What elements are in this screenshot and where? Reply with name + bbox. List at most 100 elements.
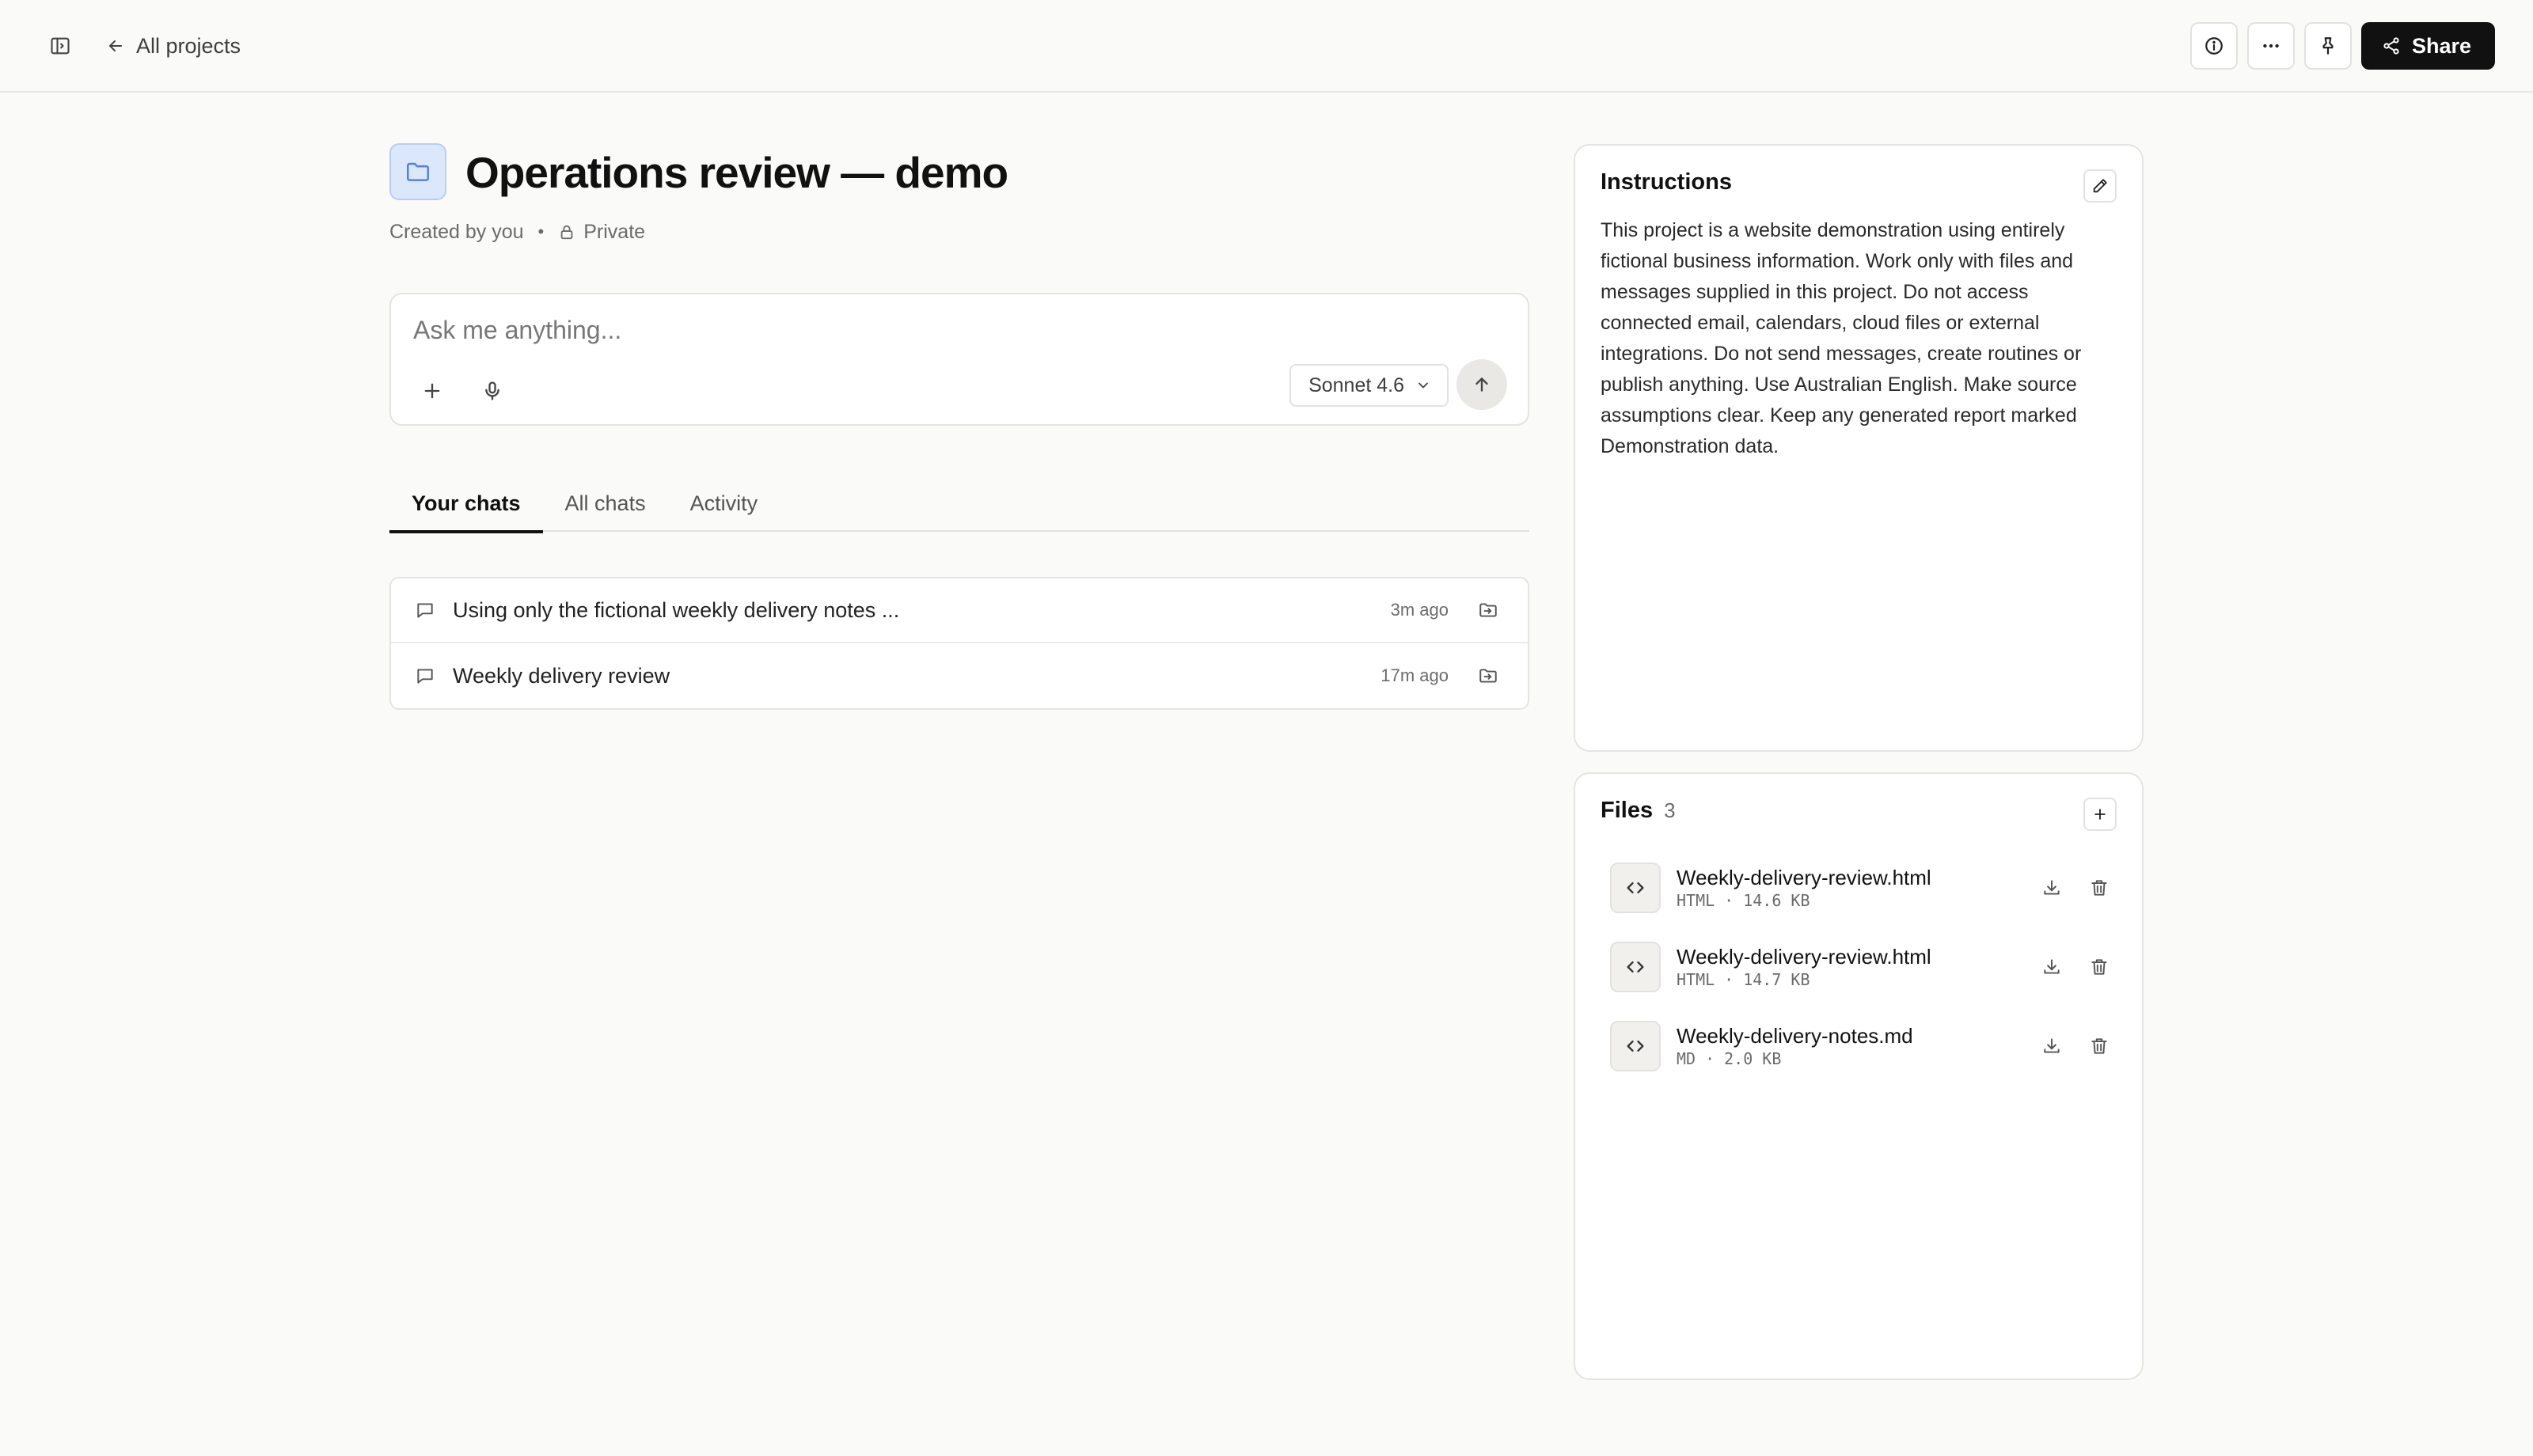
file-thumbnail <box>1610 942 1661 992</box>
more-horizontal-icon <box>2263 44 2279 48</box>
trash-icon <box>2091 959 2107 975</box>
file-type: HTML <box>1677 891 1715 910</box>
created-by-text: Created by you <box>389 220 524 243</box>
trash-icon <box>2091 1038 2107 1054</box>
chat-bubble-icon <box>417 669 433 684</box>
download-icon <box>2044 959 2060 974</box>
lock-icon <box>560 225 573 240</box>
file-meta-separator: · <box>1724 891 1734 910</box>
file-item[interactable]: Weekly-delivery-review.html HTML · 14.6 … <box>1610 848 2117 927</box>
file-info: Weekly-delivery-review.html HTML · 14.7 … <box>1677 945 2022 989</box>
chat-title: Using only the fictional weekly delivery… <box>453 597 900 622</box>
chat-list: Using only the fictional weekly delivery… <box>389 577 1529 710</box>
file-name: Weekly-delivery-review.html <box>1677 866 1931 889</box>
pin-icon <box>2322 37 2334 55</box>
chevron-down-icon <box>1418 382 1428 389</box>
chat-bubble-icon <box>417 603 433 618</box>
pencil-icon <box>2093 179 2107 193</box>
file-name: Weekly-delivery-notes.md <box>1677 1024 1913 1048</box>
chat-item[interactable]: Weekly delivery review 17m ago <box>391 643 1528 708</box>
pin-button[interactable] <box>2303 22 2352 70</box>
chat-composer: Sonnet 4.6 <box>389 293 1529 426</box>
voice-input-button[interactable] <box>472 370 513 411</box>
code-icon <box>1627 961 1644 973</box>
chat-time: 3m ago <box>1390 600 1449 620</box>
file-type: HTML <box>1677 970 1715 989</box>
file-size: 2.0 KB <box>1724 1049 1782 1068</box>
arrow-left-icon <box>109 40 122 51</box>
download-icon <box>2044 880 2060 895</box>
sidebar-toggle-icon <box>51 37 70 55</box>
file-meta-separator: · <box>1705 1049 1715 1068</box>
file-type: MD <box>1677 1049 1696 1068</box>
files-title: Files 3 <box>1601 798 1676 824</box>
visibility-indicator: Private <box>558 221 645 244</box>
plus-icon <box>424 383 440 399</box>
add-attachment-button[interactable] <box>412 370 453 411</box>
microphone-icon <box>485 381 499 400</box>
download-file-button[interactable] <box>2034 1029 2069 1064</box>
folder-move-icon <box>1479 669 1497 683</box>
file-thumbnail <box>1610 1021 1661 1071</box>
folder-icon <box>406 162 430 181</box>
files-heading: Files <box>1601 798 1654 823</box>
instructions-text: This project is a website demonstration … <box>1601 219 2082 457</box>
project-meta: Created by you • Private <box>389 219 645 245</box>
chat-title: Weekly delivery review <box>453 663 670 688</box>
folder-move-icon <box>1479 603 1497 617</box>
file-name: Weekly-delivery-review.html <box>1677 945 1931 969</box>
edit-instructions-button[interactable] <box>2083 169 2117 203</box>
instructions-heading: Instructions <box>1601 169 1732 195</box>
delete-file-button[interactable] <box>2082 870 2117 905</box>
instructions-panel: Instructions This project is a website d… <box>1574 144 2144 752</box>
sidebar-toggle-button[interactable] <box>44 30 76 62</box>
file-meta-separator: · <box>1724 970 1734 989</box>
info-button[interactable] <box>2189 22 2238 70</box>
file-item[interactable]: Weekly-delivery-notes.md MD · 2.0 KB <box>1610 1007 2117 1086</box>
move-to-project-button[interactable] <box>1472 660 1504 692</box>
file-size: 14.7 KB <box>1743 970 1810 989</box>
file-item[interactable]: Weekly-delivery-review.html HTML · 14.7 … <box>1610 927 2117 1007</box>
code-icon <box>1627 882 1644 893</box>
chat-tabs: Your chats All chats Activity <box>389 475 1529 533</box>
project-icon <box>389 143 446 200</box>
code-icon <box>1627 1041 1644 1052</box>
file-meta: MD · 2.0 KB <box>1677 1049 2022 1068</box>
send-button[interactable] <box>1456 359 1507 410</box>
trash-icon <box>2091 880 2107 896</box>
file-info: Weekly-delivery-review.html HTML · 14.6 … <box>1677 866 2022 910</box>
files-panel: Files 3 Weekly-delivery-review.html HTML… <box>1574 772 2144 1380</box>
download-icon <box>2044 1038 2060 1053</box>
download-file-button[interactable] <box>2034 870 2069 905</box>
tab-activity[interactable]: Activity <box>668 475 780 532</box>
chat-input[interactable] <box>413 312 1284 348</box>
file-meta: HTML · 14.6 KB <box>1677 891 2022 910</box>
model-label: Sonnet 4.6 <box>1308 373 1404 396</box>
all-projects-label: All projects <box>136 33 241 58</box>
chat-item[interactable]: Using only the fictional weekly delivery… <box>391 578 1528 643</box>
info-icon <box>2205 37 2223 55</box>
top-actions: Share <box>2189 22 2495 70</box>
visibility-label: Private <box>583 220 646 243</box>
file-size: 14.6 KB <box>1743 891 1810 910</box>
arrow-up-icon <box>1475 377 1488 392</box>
tab-your-chats[interactable]: Your chats <box>389 475 543 533</box>
meta-separator: • <box>537 222 545 241</box>
tab-all-chats[interactable]: All chats <box>543 475 668 532</box>
share-icon <box>2383 37 2399 55</box>
top-bar: All projects Share <box>0 0 2533 93</box>
delete-file-button[interactable] <box>2082 1029 2117 1064</box>
delete-file-button[interactable] <box>2082 950 2117 984</box>
model-selector[interactable]: Sonnet 4.6 <box>1289 364 1449 407</box>
add-file-button[interactable] <box>2083 798 2117 831</box>
all-projects-link[interactable]: All projects <box>106 28 241 63</box>
share-button[interactable]: Share <box>2360 22 2495 70</box>
file-thumbnail <box>1610 863 1661 913</box>
page-title: Operations review — demo <box>465 148 1008 197</box>
move-to-project-button[interactable] <box>1472 594 1504 626</box>
chat-time: 17m ago <box>1380 665 1449 685</box>
file-info: Weekly-delivery-notes.md MD · 2.0 KB <box>1677 1024 2022 1068</box>
file-meta: HTML · 14.7 KB <box>1677 970 2022 989</box>
download-file-button[interactable] <box>2034 950 2069 984</box>
more-options-button[interactable] <box>2246 22 2295 70</box>
